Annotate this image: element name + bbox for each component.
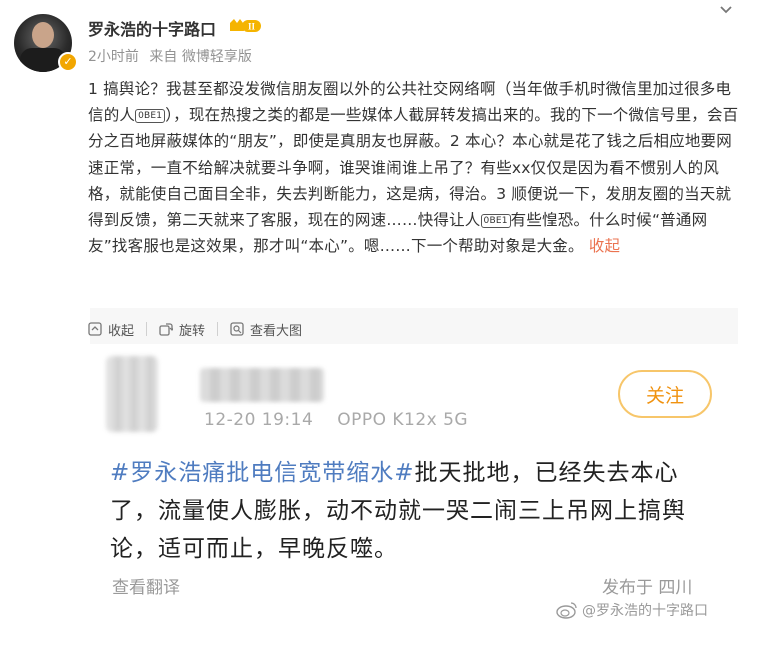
translate-link: 查看翻译	[112, 578, 180, 598]
rotate-image-button[interactable]: 旋转	[159, 320, 205, 339]
weibo-logo-icon	[556, 602, 577, 619]
username[interactable]: 罗永浩的十字路口	[88, 16, 216, 40]
watermark: @罗永浩的十字路口	[556, 600, 708, 620]
post-body: 1 搞舆论？我甚至都没发微信朋友圈以外的公共社交网络啊（当年做手机时微信里加过很…	[88, 76, 740, 259]
avatar-face	[32, 22, 54, 48]
topic-hashtag: #罗永浩痛批电信宽带缩水#	[110, 460, 415, 486]
post-source[interactable]: 来自 微博轻享版	[149, 49, 251, 65]
view-large-button[interactable]: 查看大图	[230, 320, 302, 339]
inner-post-time: 12-20 19:14	[204, 410, 314, 430]
chevron-down-icon[interactable]	[718, 2, 734, 22]
emoji-icon: 0BE1	[480, 214, 511, 229]
inner-post-body: #罗永浩痛批电信宽带缩水#批天批地，已经失去本心了，流量使人膨胀，动不动就一哭二…	[110, 454, 714, 568]
magnify-icon	[230, 322, 244, 336]
inner-post-meta: 12-20 19:14 OPPO K12x 5G	[204, 410, 486, 430]
emoji-icon: 0BE1	[135, 109, 166, 124]
post-location: 发布于 四川	[602, 578, 693, 598]
post-time[interactable]: 2小时前	[88, 49, 139, 65]
toolbar-divider	[146, 322, 148, 336]
rotate-icon	[159, 323, 174, 336]
view-large-label: 查看大图	[250, 323, 303, 339]
image-toolbar: 收起 旋转 查看大图	[88, 318, 302, 340]
collapse-link[interactable]: 收起	[589, 237, 620, 255]
verified-icon: ✓	[58, 52, 78, 72]
post-meta: 2小时前 来自 微博轻享版	[88, 46, 258, 66]
rotate-label: 旋转	[179, 323, 206, 339]
watermark-text: @罗永浩的十字路口	[582, 603, 708, 619]
vip-badge-icon[interactable]: II	[228, 17, 262, 35]
collapse-label: 收起	[108, 323, 135, 339]
toolbar-divider	[217, 322, 219, 336]
inner-post-device: OPPO K12x 5G	[337, 410, 469, 430]
follow-button: 关注	[618, 370, 712, 418]
collapse-image-button[interactable]: 收起	[88, 320, 134, 339]
blurred-username	[200, 368, 324, 402]
collapse-icon	[88, 322, 102, 336]
vip-level-label: II	[248, 22, 256, 32]
blurred-avatar	[106, 356, 158, 432]
